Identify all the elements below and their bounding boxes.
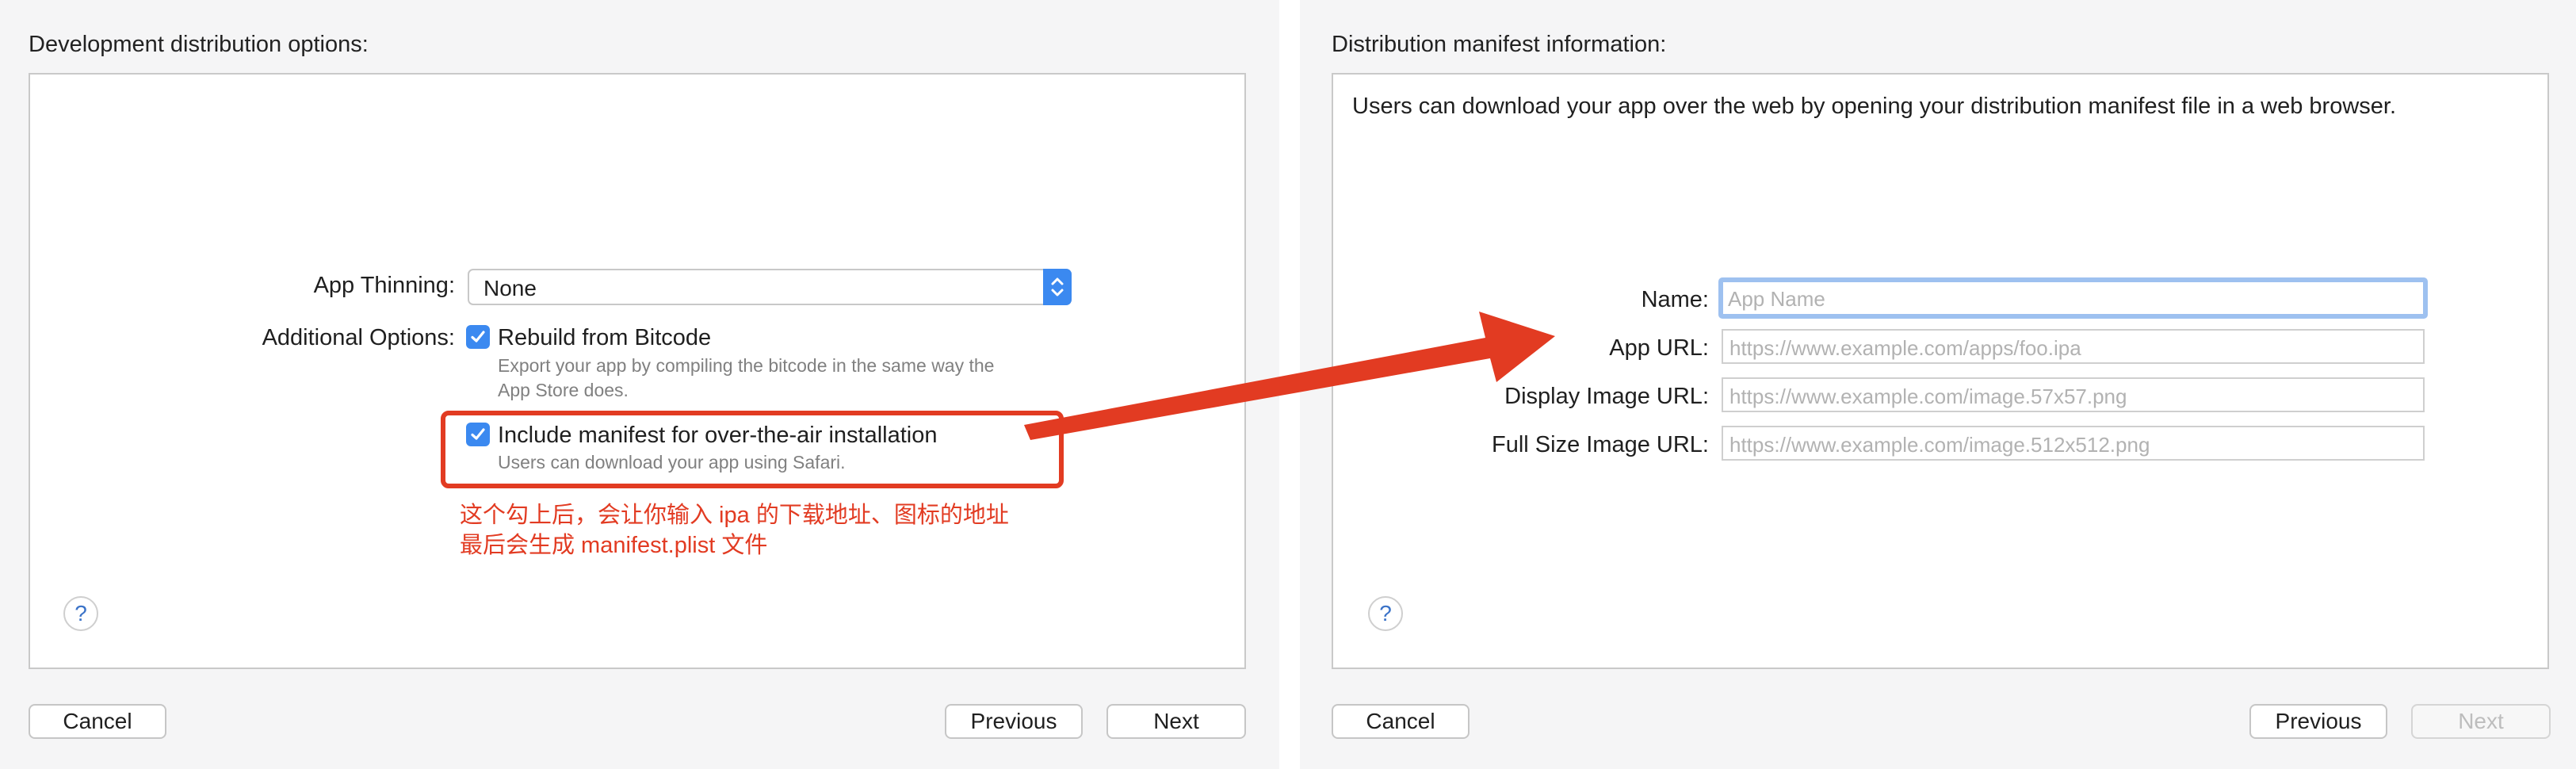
app-name-placeholder: App Name <box>1728 287 1825 311</box>
annotation-text-line1: 这个勾上后，会让你输入 ipa 的下载地址、图标的地址 <box>460 503 1009 528</box>
full-size-image-url-placeholder: https://www.example.com/image.512x512.pn… <box>1729 433 2150 457</box>
manifest-intro-text: Users can download your app over the web… <box>1352 94 2397 119</box>
app-name-field[interactable]: App Name <box>1718 277 2428 319</box>
next-button[interactable]: Next <box>1106 704 1246 739</box>
help-button[interactable]: ? <box>63 596 98 631</box>
previous-button[interactable]: Previous <box>2249 704 2387 739</box>
annotation-text-line2: 最后会生成 manifest.plist 文件 <box>460 533 768 558</box>
manifest-content-box <box>1332 73 2549 669</box>
rebuild-bitcode-checkbox[interactable] <box>466 325 490 349</box>
section-title: Development distribution options: <box>29 32 369 57</box>
section-title: Distribution manifest information: <box>1332 32 1667 57</box>
display-image-url-field[interactable]: https://www.example.com/image.57x57.png <box>1722 377 2425 412</box>
export-options-panel: Development distribution options: App Th… <box>0 0 1279 769</box>
cancel-button[interactable]: Cancel <box>1332 704 1470 739</box>
rebuild-bitcode-desc-line2: App Store does. <box>498 380 629 400</box>
full-size-image-url-label: Full Size Image URL: <box>1492 432 1709 457</box>
display-image-url-label: Display Image URL: <box>1504 384 1709 409</box>
app-thinning-label: App Thinning: <box>313 273 455 298</box>
checkmark-icon <box>471 331 485 342</box>
app-thinning-value: None <box>483 276 537 300</box>
previous-button[interactable]: Previous <box>945 704 1083 739</box>
rebuild-bitcode-title: Rebuild from Bitcode <box>498 325 712 350</box>
display-image-url-placeholder: https://www.example.com/image.57x57.png <box>1729 384 2127 408</box>
include-manifest-desc: Users can download your app using Safari… <box>498 452 846 472</box>
help-button[interactable]: ? <box>1368 596 1403 631</box>
app-url-label: App URL: <box>1609 335 1709 361</box>
panel-divider <box>1279 0 1300 769</box>
full-size-image-url-field[interactable]: https://www.example.com/image.512x512.pn… <box>1722 426 2425 461</box>
include-manifest-checkbox[interactable] <box>466 423 490 446</box>
app-thinning-select[interactable]: None <box>468 269 1072 305</box>
include-manifest-title: Include manifest for over-the-air instal… <box>498 423 938 448</box>
app-url-field[interactable]: https://www.example.com/apps/foo.ipa <box>1722 329 2425 364</box>
chevron-up-down-icon[interactable] <box>1043 269 1072 305</box>
next-button[interactable]: Next <box>2411 704 2551 739</box>
rebuild-bitcode-desc-line1: Export your app by compiling the bitcode… <box>498 355 995 376</box>
checkmark-icon <box>471 428 485 440</box>
app-url-placeholder: https://www.example.com/apps/foo.ipa <box>1729 336 2081 360</box>
name-label: Name: <box>1641 287 1709 312</box>
additional-options-label: Additional Options: <box>262 325 455 350</box>
cancel-button[interactable]: Cancel <box>29 704 166 739</box>
